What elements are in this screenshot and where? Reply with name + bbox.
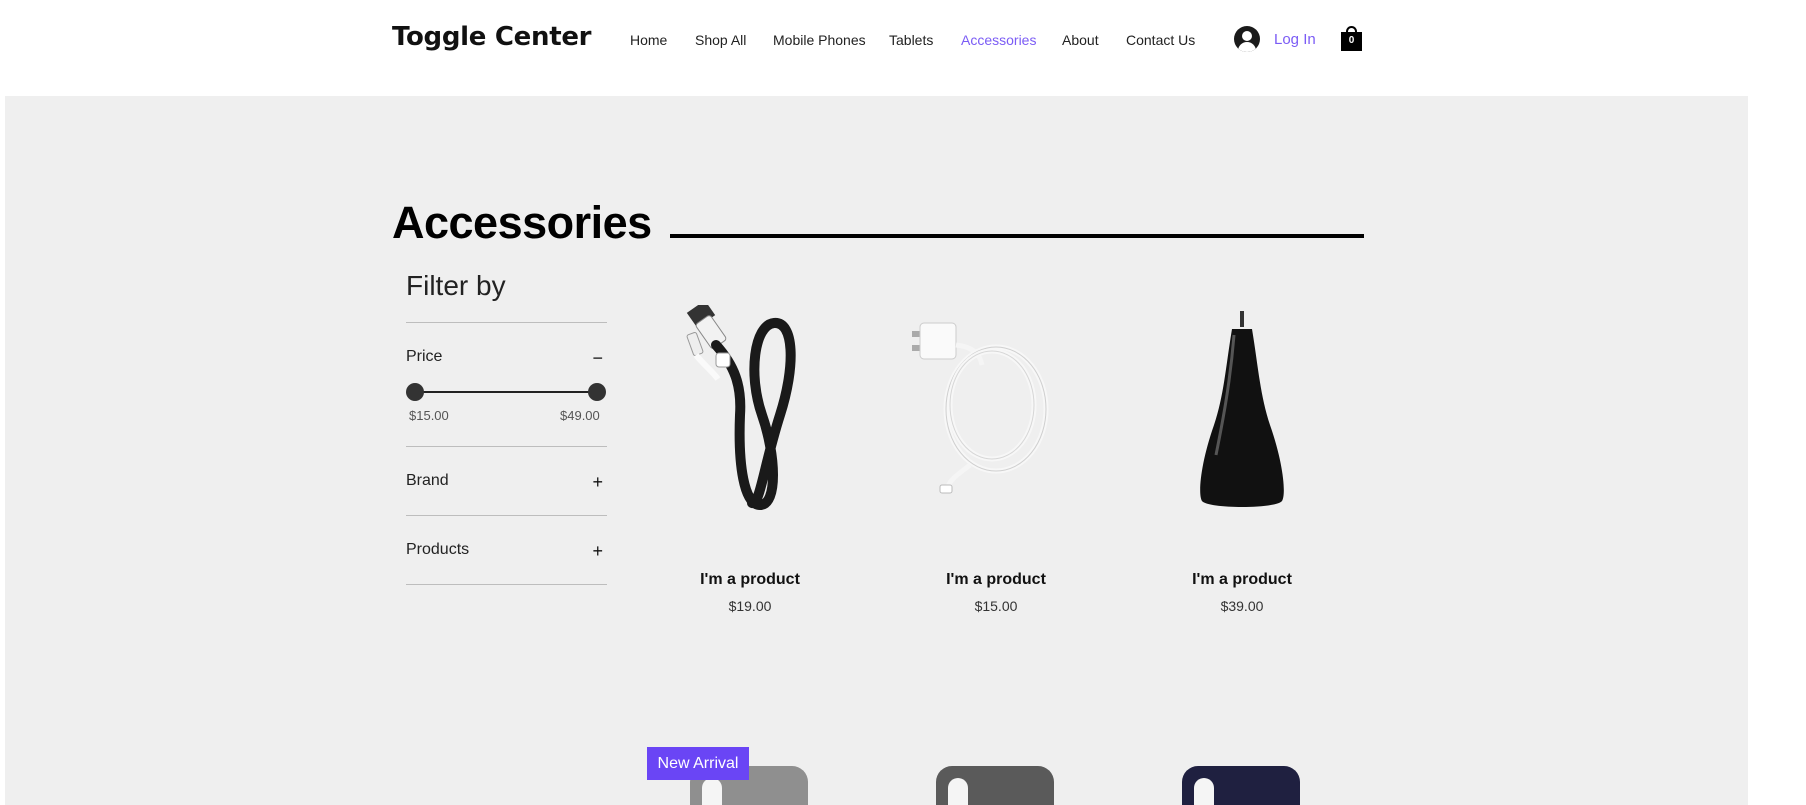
price-max-value: $49.00 <box>560 408 600 423</box>
divider <box>406 584 607 585</box>
slider-track <box>416 391 596 393</box>
divider <box>406 322 607 323</box>
filter-brand-label: Brand <box>406 472 449 489</box>
price-range-slider[interactable] <box>406 382 607 402</box>
title-divider <box>670 234 1364 238</box>
filter-products-toggle[interactable]: Products + <box>406 541 607 563</box>
product-price: $19.00 <box>728 598 772 614</box>
plus-icon: + <box>592 541 603 561</box>
new-arrival-badge: New Arrival <box>647 747 749 780</box>
product-name[interactable]: I'm a product <box>890 571 1102 589</box>
nav-accessories[interactable]: Accessories <box>961 32 1036 48</box>
nav-shop-all[interactable]: Shop All <box>695 32 746 48</box>
cart-count: 0 <box>1348 35 1355 46</box>
nav-tablets[interactable]: Tablets <box>889 32 933 48</box>
nav-mobile-phones[interactable]: Mobile Phones <box>773 32 866 48</box>
login-button[interactable]: Log In <box>1234 26 1316 52</box>
product-name[interactable]: I'm a product <box>644 571 856 589</box>
user-avatar-icon <box>1234 26 1260 52</box>
nav-about[interactable]: About <box>1062 32 1099 48</box>
divider <box>406 515 607 516</box>
site-logo[interactable]: Toggle Center <box>392 22 591 52</box>
plus-icon: + <box>592 472 603 492</box>
usb-lightning-cable-icon <box>644 300 856 555</box>
nav-home[interactable]: Home <box>630 32 667 48</box>
divider <box>406 446 607 447</box>
login-label: Log In <box>1274 30 1316 48</box>
product-price: $39.00 <box>1220 598 1264 614</box>
slider-min-handle[interactable] <box>406 383 424 401</box>
phone-case-image[interactable] <box>1182 766 1300 805</box>
nav-contact-us[interactable]: Contact Us <box>1126 32 1195 48</box>
filter-brand-toggle[interactable]: Brand + <box>406 472 607 494</box>
filter-price-label: Price <box>406 348 443 365</box>
phone-case-image[interactable] <box>936 766 1054 805</box>
filter-price-toggle[interactable]: Price − <box>406 348 607 370</box>
slider-max-handle[interactable] <box>588 383 606 401</box>
site-header: Toggle Center Home Shop All Mobile Phone… <box>0 0 1806 96</box>
main-content <box>5 96 1748 805</box>
filter-heading: Filter by <box>406 270 506 301</box>
minus-icon: − <box>592 348 603 368</box>
product-price: $15.00 <box>974 598 1018 614</box>
car-charger-icon <box>1136 305 1348 555</box>
price-min-value: $15.00 <box>409 408 449 423</box>
cart-button[interactable]: 0 <box>1341 26 1362 51</box>
wall-charger-cable-icon <box>890 305 1102 555</box>
page-title: Accessories <box>392 197 652 248</box>
product-name[interactable]: I'm a product <box>1136 571 1348 589</box>
filter-products-label: Products <box>406 541 470 558</box>
